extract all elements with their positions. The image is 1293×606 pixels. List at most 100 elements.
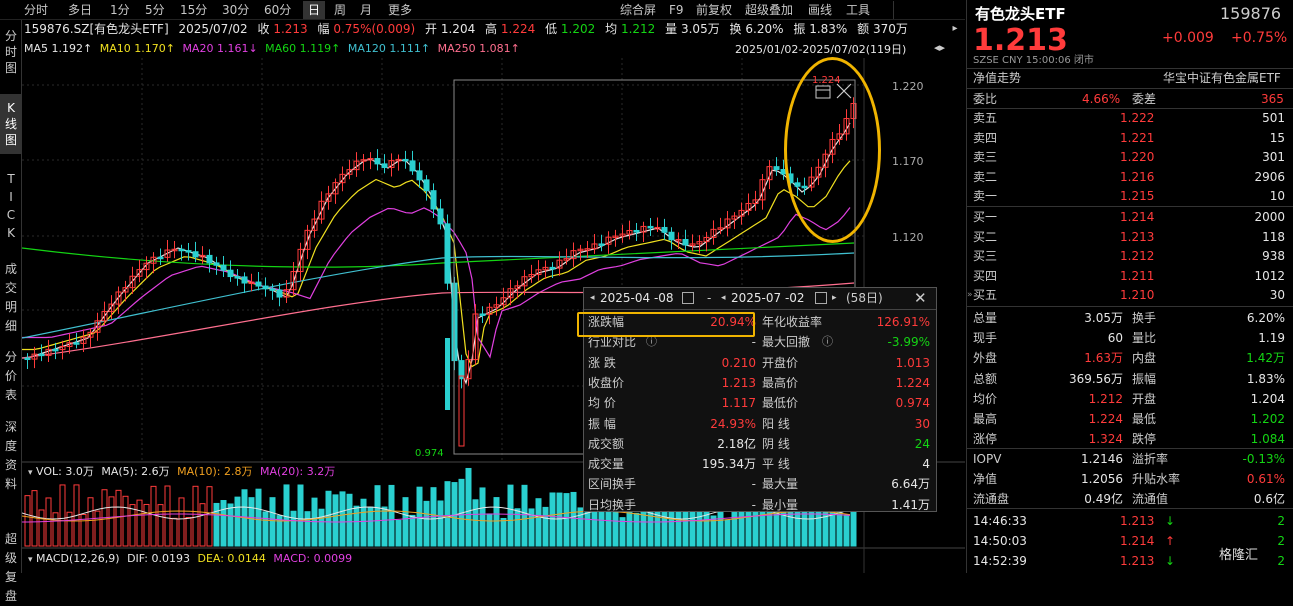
stat-value: 1.212 <box>1088 391 1123 406</box>
candle-body <box>423 179 430 192</box>
date-range-label: 2025/01/02-2025/07/02(119日) <box>735 43 907 56</box>
candle-body <box>234 276 241 279</box>
popup-row-value-right: 126.91% <box>876 315 930 329</box>
btn-tools[interactable]: 工具 <box>846 1 870 19</box>
btn-overlay[interactable]: 超级叠加 <box>745 1 793 19</box>
btn-zonghe[interactable]: 综合屏 <box>620 1 656 19</box>
popup-row-value: 1.213 <box>721 375 756 390</box>
popup-row-value: 2.18亿 <box>717 436 756 451</box>
volume-bar <box>213 502 220 547</box>
volume-bar <box>444 481 451 547</box>
sidetab-kline[interactable]: K线图 <box>0 94 22 154</box>
book-level-price[interactable]: 1.220 <box>1120 147 1154 167</box>
tab-daily[interactable]: 日 <box>303 1 325 19</box>
volume-bar <box>136 499 143 547</box>
weicha-label: 委差 <box>1132 92 1157 106</box>
vol-expand-icon[interactable]: ▾ <box>28 468 33 478</box>
popup-row-value: 195.34万 <box>702 457 756 472</box>
book-level-price[interactable]: 1.213 <box>1120 227 1154 247</box>
book-level-price[interactable]: 1.216 <box>1120 167 1154 187</box>
next-date-icon[interactable]: ◂ <box>721 288 726 308</box>
popup-row-label-right: 最大回撤 <box>762 335 811 350</box>
to-date[interactable]: 2025-07 -02 <box>731 288 805 308</box>
book-level-price[interactable]: 1.222 <box>1120 108 1154 128</box>
candle-body <box>633 229 640 233</box>
book-level-price[interactable]: 1.212 <box>1120 246 1154 266</box>
stat-label: 流通盘 <box>973 492 1010 506</box>
volume-bar <box>45 497 52 547</box>
tab-15min[interactable]: 15分 <box>180 1 207 19</box>
ma10-label: MA10 1.170↑ <box>99 42 175 55</box>
popup-row-label: 区间换手 <box>588 477 637 492</box>
btn-draw[interactable]: 画线 <box>808 1 832 19</box>
range-nav-icons[interactable]: ◂▸ <box>934 41 964 57</box>
sidetab-detail[interactable]: 成交明细 <box>0 256 22 336</box>
popup-row-label: 收盘价 <box>588 375 625 390</box>
sidetab-tick[interactable]: TICK <box>0 168 22 246</box>
tab-5min[interactable]: 5分 <box>145 1 165 19</box>
sel-low-label: 0.974 <box>415 448 444 459</box>
book-level-label: 卖二 <box>973 169 998 184</box>
tab-duori[interactable]: 多日 <box>68 1 92 19</box>
btn-fuquan[interactable]: 前复权 <box>696 1 732 19</box>
stat-value-right: 1.202 <box>1250 412 1285 426</box>
btn-f9[interactable]: F9 <box>669 1 684 19</box>
tab-60min[interactable]: 60分 <box>264 1 291 19</box>
popup-row-label: 日均换手 <box>588 497 637 512</box>
popup-row-value-right: 4 <box>922 457 930 472</box>
popup-close-icon[interactable]: ✕ <box>914 288 927 308</box>
stat-value: 60 <box>1107 331 1123 346</box>
sidetab-replay[interactable]: 超级复盘 <box>0 528 22 603</box>
prev-date-icon[interactable]: ◂ <box>590 288 595 308</box>
candle-body <box>24 357 31 360</box>
volume-bar <box>346 493 353 547</box>
tab-weekly[interactable]: 周 <box>334 1 346 19</box>
stat-value-right: 6.20% <box>1246 311 1285 325</box>
book-level-price[interactable]: 1.221 <box>1120 128 1154 148</box>
highlight-ellipse <box>784 57 881 243</box>
tab-fenshi[interactable]: 分时 <box>24 1 48 19</box>
popup-row-value-right: 1.41万 <box>891 497 930 512</box>
sidetab-depth[interactable]: 深度资料 <box>0 416 22 516</box>
help-icon[interactable]: ⓘ <box>822 332 833 352</box>
tab-monthly[interactable]: 月 <box>360 1 372 19</box>
collapse-arrow-icon[interactable]: » <box>967 290 975 310</box>
stat-label-right: 溢折率 <box>1132 452 1169 466</box>
tab-1min[interactable]: 1分 <box>110 1 130 19</box>
volume-bar <box>724 519 731 547</box>
popup-row-label: 成交量 <box>588 457 625 472</box>
book-level-price[interactable]: 1.211 <box>1120 266 1154 286</box>
quote-panel: 有色龙头ETF 159876 1.213 +0.009 +0.75% SZSE … <box>966 0 1293 573</box>
popup-row-value-right: 6.64万 <box>891 477 930 492</box>
volume-bar <box>325 490 332 547</box>
volume-bar <box>493 497 500 547</box>
to-next-icon[interactable]: ▸ <box>832 288 837 308</box>
macd-expand-icon[interactable]: ▾ <box>28 555 33 565</box>
book-level-price[interactable]: 1.214 <box>1120 207 1154 227</box>
ma250-label: MA250 1.081↑ <box>437 42 520 55</box>
book-level-volume: 501 <box>1262 111 1285 125</box>
book-level-price[interactable]: 1.215 <box>1120 186 1154 206</box>
close-label: 收 <box>257 22 270 36</box>
book-level-volume: 10 <box>1269 189 1285 203</box>
sidetab-price-table[interactable]: 分价表 <box>0 346 22 406</box>
volume-bar <box>521 484 528 547</box>
candle-body <box>241 276 248 284</box>
nav-trend-link[interactable]: 净值走势 <box>973 68 1021 88</box>
left-side-tabs: 分时图 K线图 TICK 成交明细 分价表 深度资料 超级复盘 <box>0 20 22 603</box>
amt-label: 额 <box>857 22 870 36</box>
sidetab-fenshitu[interactable]: 分时图 <box>0 24 22 86</box>
from-date[interactable]: 2025-04 -08 <box>600 288 674 308</box>
stat-value: 1.2146 <box>1081 452 1123 466</box>
to-calendar-icon[interactable] <box>815 292 827 304</box>
from-calendar-icon[interactable] <box>682 292 694 304</box>
book-level-price[interactable]: 1.210 <box>1120 285 1154 305</box>
volume-bar <box>38 509 45 547</box>
tick-volume: 2 <box>1277 514 1285 528</box>
volume-bar <box>269 497 276 547</box>
tab-more[interactable]: 更多 <box>388 1 412 19</box>
volume-bar <box>262 511 269 547</box>
scroll-right-icon[interactable]: ▸ <box>945 20 965 38</box>
tick-down-arrow-icon: ↓ <box>1165 554 1176 568</box>
tab-30min[interactable]: 30分 <box>222 1 249 19</box>
